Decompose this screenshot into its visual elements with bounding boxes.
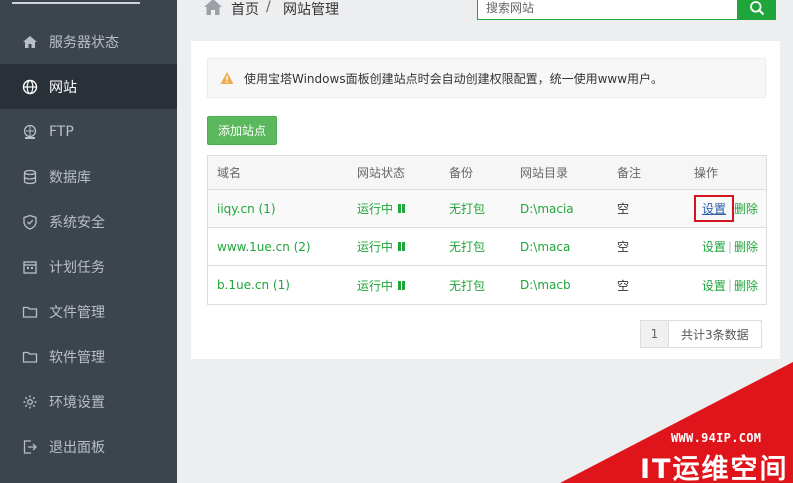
sidebar-item-security[interactable]: 系统安全 xyxy=(0,199,177,244)
sidebar-item-software[interactable]: 软件管理 xyxy=(0,334,177,379)
folder-icon xyxy=(22,304,38,320)
home-icon[interactable] xyxy=(203,0,223,16)
page-number[interactable]: 1 xyxy=(641,321,669,347)
site-backup-link[interactable]: 无打包 xyxy=(449,266,485,304)
sidebar-item-cron[interactable]: 计划任务 xyxy=(0,244,177,289)
sidebar-item-label: 软件管理 xyxy=(49,349,105,366)
notice-text: 使用宝塔Windows面板创建站点时会自动创建权限配置，统一使用www用户。 xyxy=(244,71,664,86)
search-icon xyxy=(749,1,764,16)
sidebar: 服务器状态 网站 FTP 数据库 系统安全 计划任务 文件管理 软件管理 环境设… xyxy=(0,0,177,483)
table-row: b.1ue.cn (1) 运行中 无打包 D:\macb 空 设置 | 删除 xyxy=(208,266,766,304)
site-table: 域名 网站状态 备份 网站目录 备注 操作 iiqy.cn (1) 运行中 无打… xyxy=(207,155,767,305)
site-actions: 设置 | 删除 xyxy=(702,266,758,304)
site-backup-link[interactable]: 无打包 xyxy=(449,190,485,227)
page-total: 共计3条数据 xyxy=(669,321,761,347)
breadcrumb-home-link[interactable]: 首页 xyxy=(231,0,259,19)
column-header-directory: 网站目录 xyxy=(520,166,569,180)
calendar-icon xyxy=(22,259,38,275)
watermark-url: WWW.94IP.COM xyxy=(671,431,762,445)
site-domain-link[interactable]: b.1ue.cn (1) xyxy=(217,266,290,304)
site-note[interactable]: 空 xyxy=(617,190,629,227)
sidebar-item-label: 环境设置 xyxy=(49,394,105,411)
sidebar-item-label: FTP xyxy=(49,123,74,140)
sidebar-item-server-status[interactable]: 服务器状态 xyxy=(0,19,177,64)
warning-icon xyxy=(220,72,234,84)
table-row: iiqy.cn (1) 运行中 无打包 D:\macia 空 设置 删除 xyxy=(208,190,766,228)
running-icon xyxy=(398,280,406,290)
notice-bar: 使用宝塔Windows面板创建站点时会自动创建权限配置，统一使用www用户。 xyxy=(207,58,766,98)
sidebar-item-label: 网站 xyxy=(49,79,77,96)
sidebar-item-files[interactable]: 文件管理 xyxy=(0,289,177,334)
sidebar-item-label: 计划任务 xyxy=(49,259,105,276)
site-directory-link[interactable]: D:\macb xyxy=(520,266,571,304)
sidebar-item-settings[interactable]: 环境设置 xyxy=(0,379,177,424)
database-icon xyxy=(22,169,38,185)
sidebar-item-label: 数据库 xyxy=(49,169,91,186)
sidebar-item-label: 服务器状态 xyxy=(49,34,119,51)
search-input[interactable] xyxy=(478,0,737,19)
action-separator: | xyxy=(727,239,732,254)
add-site-button[interactable]: 添加站点 xyxy=(207,116,277,145)
site-settings-link[interactable]: 设置 xyxy=(702,200,726,217)
pagination: 1 共计3条数据 xyxy=(640,320,762,348)
site-delete-link[interactable]: 删除 xyxy=(734,277,758,294)
site-domain-link[interactable]: iiqy.cn (1) xyxy=(217,190,276,227)
shield-icon xyxy=(22,214,38,230)
site-status-text: 运行中 xyxy=(357,278,394,293)
table-header: 域名 网站状态 备份 网站目录 备注 操作 xyxy=(208,156,766,190)
column-header-backup: 备份 xyxy=(449,166,474,180)
site-status-text: 运行中 xyxy=(357,202,394,216)
watermark-brand: IT运维空间 xyxy=(640,454,789,483)
breadcrumb-separator: / xyxy=(266,0,271,15)
sidebar-item-logout[interactable]: 退出面板 xyxy=(0,424,177,469)
site-status-toggle[interactable]: 运行中 xyxy=(357,266,406,304)
sidebar-item-ftp[interactable]: FTP xyxy=(0,109,177,154)
site-settings-link[interactable]: 设置 xyxy=(702,238,726,255)
site-settings-link[interactable]: 设置 xyxy=(702,277,726,294)
search-button[interactable] xyxy=(737,0,776,20)
sidebar-item-label: 系统安全 xyxy=(49,214,105,231)
column-header-actions: 操作 xyxy=(694,166,719,180)
site-actions: 设置 | 删除 xyxy=(702,228,758,265)
globe-icon xyxy=(22,79,38,95)
site-status-toggle[interactable]: 运行中 xyxy=(357,228,406,265)
ftp-icon xyxy=(22,124,38,140)
sidebar-item-label: 退出面板 xyxy=(49,439,105,456)
column-header-domain[interactable]: 域名 xyxy=(217,156,241,189)
home-icon xyxy=(22,34,38,50)
site-note[interactable]: 空 xyxy=(617,228,629,265)
column-header-note: 备注 xyxy=(617,166,642,180)
site-status-toggle[interactable]: 运行中 xyxy=(357,190,406,227)
sidebar-item-label: 文件管理 xyxy=(49,304,105,321)
sidebar-item-website[interactable]: 网站 xyxy=(0,64,177,109)
site-status-text: 运行中 xyxy=(357,240,394,254)
site-delete-link[interactable]: 删除 xyxy=(734,238,758,255)
search-box xyxy=(477,0,738,20)
running-icon xyxy=(398,242,406,251)
site-panel: 使用宝塔Windows面板创建站点时会自动创建权限配置，统一使用www用户。 添… xyxy=(191,41,780,359)
site-note[interactable]: 空 xyxy=(617,266,629,304)
table-row: www.1ue.cn (2) 运行中 无打包 D:\maca 空 设置 | 删除 xyxy=(208,228,766,266)
breadcrumb-current: 网站管理 xyxy=(283,2,339,18)
sidebar-item-database[interactable]: 数据库 xyxy=(0,154,177,199)
sidebar-logo xyxy=(0,0,177,8)
gear-icon xyxy=(22,394,38,410)
site-actions: 设置 删除 xyxy=(693,190,758,227)
site-directory-link[interactable]: D:\maca xyxy=(520,228,570,265)
site-delete-link[interactable]: 删除 xyxy=(734,200,758,217)
site-backup-link[interactable]: 无打包 xyxy=(449,228,485,265)
site-domain-link[interactable]: www.1ue.cn (2) xyxy=(217,228,311,265)
folder-icon xyxy=(22,349,38,365)
site-settings-link-highlight[interactable]: 设置 xyxy=(693,195,734,222)
action-separator: | xyxy=(727,278,732,292)
column-header-status: 网站状态 xyxy=(357,166,406,180)
logout-icon xyxy=(22,439,38,455)
site-directory-link[interactable]: D:\macia xyxy=(520,190,574,227)
running-icon xyxy=(398,204,406,213)
